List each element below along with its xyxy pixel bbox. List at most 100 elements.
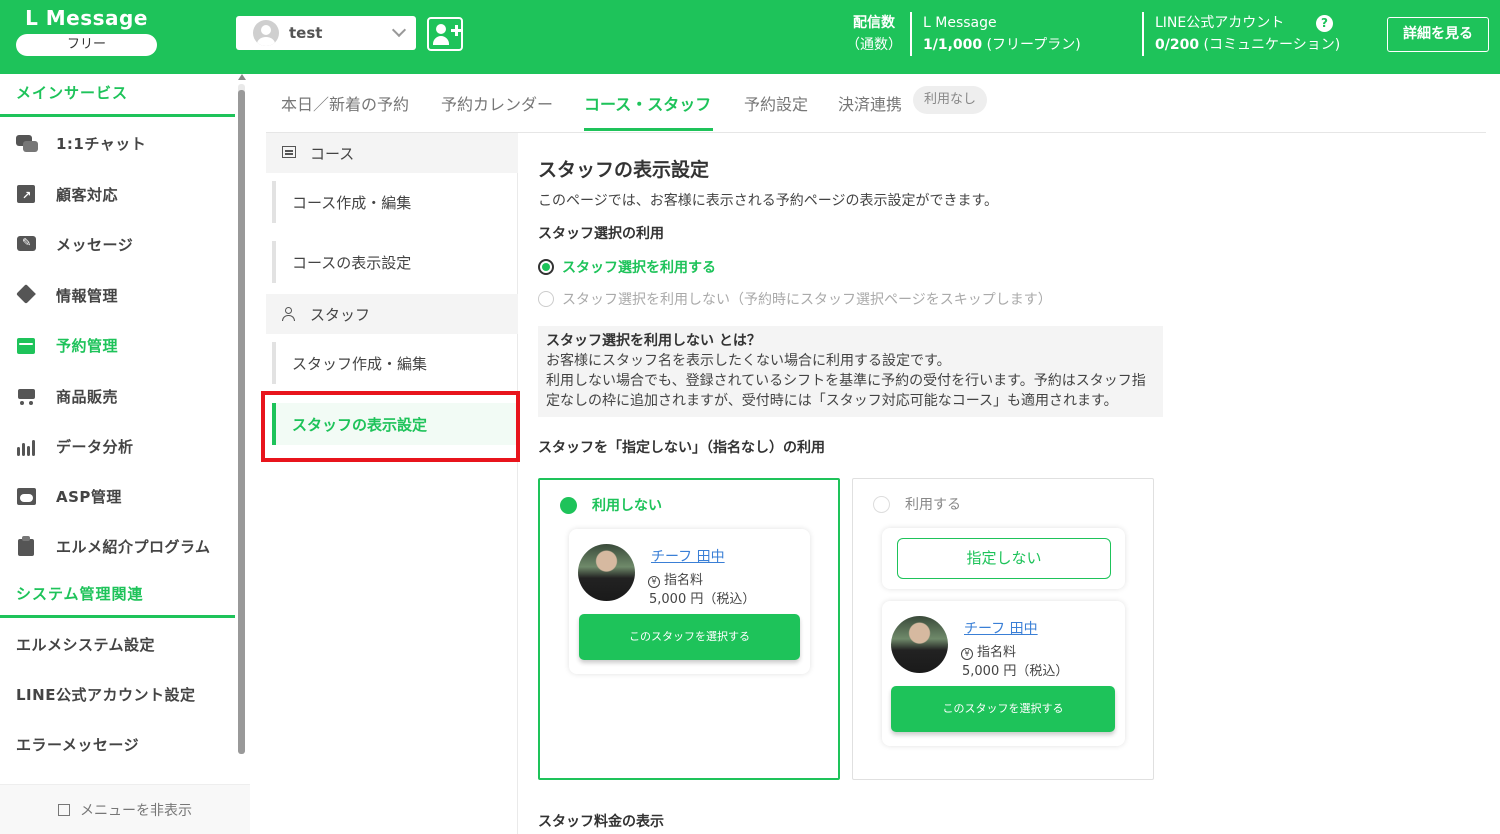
sidebar-item-sales[interactable]: 商品販売: [0, 371, 235, 421]
staff-preview-card: チーフ 田中 ¥ 指名料 5,000 円（税込） このスタッフを選択する: [569, 529, 810, 674]
note-line: 定なしの枠に追加されますが、受付時には「スタッフ対応可能なコース」も適用されます…: [546, 393, 1118, 409]
radio-selected[interactable]: [538, 259, 554, 275]
hide-menu-button[interactable]: メニューを非表示: [0, 784, 250, 834]
detail-button[interactable]: 詳細を見る: [1387, 17, 1489, 52]
staff-select-heading: スタッフ選択の利用: [538, 226, 664, 242]
line-stat: LINE公式アカウント 0/200 (コミュニケーション): [1155, 12, 1340, 56]
deliveries-stat: 配信数 （通数）: [846, 12, 902, 56]
scrollbar-thumb[interactable]: [238, 90, 245, 754]
subnav-staff-header: スタッフ: [266, 294, 518, 334]
sidebar-item-reservation[interactable]: 予約管理: [0, 320, 235, 370]
divider: [0, 114, 235, 117]
sidebar-item-info[interactable]: 情報管理: [0, 270, 235, 320]
fee-label-text: 指名料: [977, 645, 1017, 660]
divider: [0, 615, 235, 618]
tab-calendar[interactable]: 予約カレンダー: [441, 91, 553, 115]
list-icon: [282, 146, 296, 160]
lmessage-label: L Message: [923, 15, 997, 31]
chat-icon: [16, 133, 38, 153]
option-use-card[interactable]: 利用する 指定しない チーフ 田中 ¥ 指名料 5,000 円（税込） このスタッ…: [852, 478, 1154, 780]
radio-not-use-staff[interactable]: スタッフ選択を利用しない（予約時にスタッフ選択ページをスキップします）: [538, 289, 1052, 309]
calendar-icon: [16, 335, 38, 355]
sidebar-item-chat[interactable]: 1:1チャット: [0, 118, 235, 168]
page-title: スタッフの表示設定: [538, 159, 710, 181]
sidebar-item-referral[interactable]: エルメ紹介プログラム: [0, 521, 235, 571]
option-use-header: 利用する: [873, 494, 961, 514]
sidebar-item-customer[interactable]: ↗ 顧客対応: [0, 169, 235, 219]
unassigned-button[interactable]: 指定しない: [897, 538, 1111, 579]
fee-value: 5,000 円（税込）: [962, 664, 1069, 679]
yen-icon: ¥: [648, 576, 660, 588]
radio-unselected[interactable]: [538, 291, 554, 307]
bar-chart-icon: [16, 436, 38, 456]
sub-navigation: コース コース作成・編集 コースの表示設定 スタッフ スタッフ作成・編集 スタッ…: [266, 133, 518, 834]
sidebar-item-label: 予約管理: [56, 336, 119, 355]
tab-payment[interactable]: 決済連携: [838, 91, 902, 115]
option-not-use-label: 利用しない: [592, 498, 662, 514]
lmessage-plan: (フリープラン): [986, 37, 1081, 53]
deliveries-label: 配信数: [853, 15, 895, 31]
sidebar-item-label: 顧客対応: [56, 185, 119, 204]
option-not-use-card[interactable]: 利用しない チーフ 田中 ¥ 指名料 5,000 円（税込） このスタッフを選択す…: [538, 478, 840, 780]
brand-title: L Message: [25, 6, 148, 30]
staff-photo: [578, 544, 635, 601]
asp-icon: [16, 486, 38, 506]
sidebar-item-analytics[interactable]: データ分析: [0, 421, 235, 471]
line-label: LINE公式アカウント: [1155, 15, 1285, 31]
staff-name-link[interactable]: チーフ 田中: [651, 546, 725, 566]
sidebar-item-label: 商品販売: [56, 387, 119, 406]
sidebar-item-label: メッセージ: [56, 235, 134, 254]
sidebar-item-system-settings[interactable]: エルメシステム設定: [0, 619, 235, 669]
tab-course-staff[interactable]: コース・スタッフ: [584, 91, 711, 115]
fee-value: 5,000 円（税込）: [649, 592, 756, 607]
select-staff-button[interactable]: このスタッフを選択する: [579, 614, 800, 660]
deliveries-sub: （通数）: [846, 37, 902, 53]
option-not-use-header: 利用しない: [560, 495, 662, 515]
add-user-icon[interactable]: [427, 17, 463, 51]
select-staff-button[interactable]: このスタッフを選択する: [891, 686, 1115, 732]
subnav-course-header: コース: [266, 133, 518, 173]
staff-name-link[interactable]: チーフ 田中: [964, 618, 1038, 638]
tab-reservation-settings[interactable]: 予約設定: [744, 91, 808, 115]
brand-logo[interactable]: L Message フリー: [16, 6, 157, 56]
highlight-box: [261, 391, 520, 462]
tab-bar: 本日／新着の予約 予約カレンダー コース・スタッフ 予約設定 決済連携: [266, 74, 1486, 133]
collapse-icon: [58, 803, 70, 816]
account-name: test: [289, 24, 323, 42]
subnav-staff-edit[interactable]: スタッフ作成・編集: [272, 342, 518, 384]
staff-photo: [891, 616, 948, 673]
option-use-label: 利用する: [905, 497, 961, 513]
sidebar-section-system: システム管理関連: [16, 585, 144, 603]
subnav-staff-label: スタッフ: [310, 305, 371, 324]
status-badge: 利用なし: [913, 86, 988, 114]
sidebar-item-error-messages[interactable]: エラーメッセージ: [0, 719, 235, 769]
sidebar-item-label: 情報管理: [56, 286, 119, 305]
note-line: 利用しない場合でも、登録されているシフトを基準に予約の受付を行います。予約はスタ…: [546, 373, 1146, 389]
clipboard-icon: [16, 536, 38, 556]
help-icon[interactable]: ?: [1316, 15, 1333, 32]
sidebar-item-asp[interactable]: ASP管理: [0, 471, 235, 521]
note-title: スタッフ選択を利用しない とは？: [546, 333, 761, 349]
active-tab-indicator: [584, 128, 713, 131]
subnav-course-edit[interactable]: コース作成・編集: [272, 181, 518, 223]
fee-label-text: 指名料: [664, 573, 704, 588]
sidebar-item-line-settings[interactable]: LINE公式アカウント設定: [0, 669, 235, 719]
radio-use-staff[interactable]: スタッフ選択を利用する: [538, 257, 716, 277]
sidebar-item-message[interactable]: ✎ メッセージ: [0, 219, 235, 269]
radio-not-use-label: スタッフ選択を利用しない（予約時にスタッフ選択ページをスキップします）: [562, 292, 1052, 308]
divider: [1142, 12, 1144, 56]
arrow-box-icon: ↗: [16, 184, 38, 204]
tag-icon: [16, 284, 38, 305]
main-content: スタッフの表示設定 このページでは、お客様に表示される予約ページの表示設定ができ…: [538, 133, 1498, 834]
radio-unselected[interactable]: [873, 495, 890, 513]
chevron-down-icon: [391, 22, 407, 38]
radio-selected[interactable]: [560, 496, 577, 514]
divider: [910, 12, 912, 56]
subnav-course-display[interactable]: コースの表示設定: [272, 241, 518, 283]
unassigned-heading: スタッフを「指定しない」（指名なし）の利用: [538, 440, 825, 456]
fee-heading: スタッフ料金の表示: [538, 814, 664, 830]
account-select[interactable]: test: [236, 16, 416, 50]
info-note: スタッフ選択を利用しない とは？ お客様にスタッフ名を表示したくない場合に利用す…: [538, 326, 1163, 417]
scroll-up-arrow[interactable]: [238, 74, 246, 80]
tab-today[interactable]: 本日／新着の予約: [281, 91, 409, 115]
